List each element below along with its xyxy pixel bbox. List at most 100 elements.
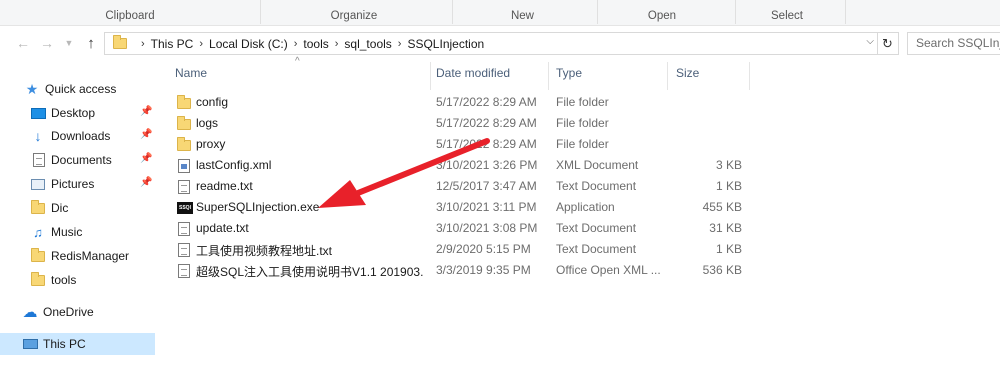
file-row[interactable]: 超级SQL注入工具使用说明书V1.1 201903... 3/3/2019 9:…	[165, 260, 765, 281]
breadcrumb-local-disk[interactable]: Local Disk (C:)	[209, 37, 288, 51]
ribbon-group-new: New	[510, 10, 534, 22]
up-button[interactable]: ↑	[82, 34, 100, 52]
file-size: 1 KB	[715, 242, 742, 256]
file-row[interactable]: logs 5/17/2022 8:29 AM File folder	[165, 113, 765, 134]
desktop-icon	[30, 105, 46, 121]
cloud-icon: ☁	[22, 304, 38, 321]
ribbon-divider	[452, 0, 453, 24]
sidebar-item-pictures[interactable]: Pictures 📌	[0, 173, 155, 195]
sidebar-item-redismanager[interactable]: RedisManager	[0, 245, 155, 267]
ribbon-group-organize: Organize	[330, 10, 378, 22]
chevron-right-icon: ›	[199, 37, 204, 50]
file-list-header: ^ Name Date modified Type Size	[165, 56, 765, 90]
download-icon: ↓	[34, 128, 42, 144]
chevron-right-icon: ›	[293, 37, 298, 50]
ribbon: Clipboard Organize New Open Select	[0, 0, 1000, 26]
chevron-right-icon: ›	[334, 37, 339, 50]
pin-icon[interactable]: 📌	[140, 177, 152, 188]
file-name: logs	[196, 116, 219, 130]
ribbon-group-select: Select	[771, 10, 803, 22]
folder-icon	[30, 199, 46, 216]
pictures-icon	[30, 176, 46, 192]
pin-icon[interactable]: 📌	[140, 106, 152, 117]
sidebar-item-label: This PC	[43, 337, 86, 351]
search-input[interactable]: Search SSQLInje	[907, 32, 1000, 55]
file-type: File folder	[556, 116, 609, 130]
recent-locations-button[interactable]: ▼	[60, 34, 78, 52]
file-date: 5/17/2022 8:29 AM	[436, 137, 537, 151]
file-type: Application	[556, 200, 615, 214]
file-row[interactable]: config 5/17/2022 8:29 AM File folder	[165, 92, 765, 113]
address-bar[interactable]: › This PC › Local Disk (C:) › tools › sq…	[104, 32, 878, 55]
file-row[interactable]: SSQI SuperSQLInjection.exe 3/10/2021 3:1…	[165, 197, 765, 218]
file-size: 3 KB	[715, 158, 742, 172]
ribbon-group-clipboard: Clipboard	[105, 10, 155, 22]
column-header-size[interactable]: Size	[676, 66, 699, 80]
xml-file-icon	[177, 159, 191, 173]
sidebar-item-music[interactable]: ♫ Music	[0, 221, 155, 243]
sidebar-item-label: Downloads	[51, 129, 111, 143]
ribbon-divider	[845, 0, 846, 24]
arrow-up-icon: ↑	[87, 34, 95, 52]
file-date: 3/10/2021 3:11 PM	[436, 200, 537, 214]
sidebar-item-downloads[interactable]: ↓ Downloads 📌	[0, 125, 155, 147]
file-name: lastConfig.xml	[196, 158, 272, 172]
star-icon: ★	[25, 80, 39, 97]
file-date: 12/5/2017 3:47 AM	[436, 179, 537, 193]
sidebar-item-quick-access[interactable]: ★ Quick access	[0, 78, 155, 100]
file-row[interactable]: update.txt 3/10/2021 3:08 PM Text Docume…	[165, 218, 765, 239]
sidebar-item-documents[interactable]: Documents 📌	[0, 149, 155, 171]
address-dropdown-icon[interactable]: ⌵	[866, 36, 874, 47]
refresh-icon: ↻	[882, 35, 893, 51]
column-header-type[interactable]: Type	[556, 66, 582, 80]
file-row[interactable]: 工具使用视频教程地址.txt 2/9/2020 5:15 PM Text Doc…	[165, 239, 765, 260]
sidebar-item-this-pc[interactable]: This PC	[0, 333, 155, 355]
file-name: readme.txt	[196, 179, 253, 193]
column-divider[interactable]	[548, 62, 549, 90]
text-file-icon	[177, 243, 191, 257]
refresh-button[interactable]: ↻	[877, 32, 899, 55]
navigation-bar: ← → ▼ ↑ › This PC › Local Disk (C:) › to…	[0, 26, 1000, 62]
column-divider[interactable]	[430, 62, 431, 90]
text-file-icon	[177, 180, 191, 194]
breadcrumb-sql-tools[interactable]: sql_tools	[344, 37, 391, 51]
column-divider[interactable]	[667, 62, 668, 90]
forward-button[interactable]: →	[38, 34, 56, 52]
breadcrumb-tools[interactable]: tools	[303, 37, 328, 51]
docx-file-icon	[177, 264, 191, 278]
chevron-right-icon: ›	[397, 37, 402, 50]
navigation-pane: ★ Quick access Desktop 📌 ↓ Downloads 📌 D…	[0, 62, 155, 370]
breadcrumb-this-pc[interactable]: This PC	[151, 37, 194, 51]
pin-icon[interactable]: 📌	[140, 129, 152, 140]
file-row[interactable]: readme.txt 12/5/2017 3:47 AM Text Docume…	[165, 176, 765, 197]
sidebar-item-label: Music	[51, 225, 83, 239]
folder-icon	[113, 35, 127, 49]
file-date: 2/9/2020 5:15 PM	[436, 242, 531, 256]
sidebar-item-label: Quick access	[45, 82, 117, 96]
column-divider[interactable]	[749, 62, 750, 90]
file-row[interactable]: lastConfig.xml 3/10/2021 3:26 PM XML Doc…	[165, 155, 765, 176]
column-header-date[interactable]: Date modified	[436, 66, 510, 80]
sidebar-item-desktop[interactable]: Desktop 📌	[0, 102, 155, 124]
sidebar-item-onedrive[interactable]: ☁ OneDrive	[0, 301, 155, 323]
sidebar-item-label: Dic	[51, 201, 69, 215]
file-name: proxy	[196, 137, 226, 151]
file-date: 3/10/2021 3:26 PM	[436, 158, 538, 172]
file-row[interactable]: proxy 5/17/2022 8:29 AM File folder	[165, 134, 765, 155]
sidebar-item-label: Desktop	[51, 106, 96, 120]
pin-icon[interactable]: 📌	[140, 153, 152, 164]
file-size: 455 KB	[702, 200, 742, 214]
column-header-name[interactable]: Name	[175, 66, 207, 80]
file-type: Text Document	[556, 221, 637, 235]
sidebar-item-tools[interactable]: tools	[0, 269, 155, 291]
file-type: File folder	[556, 95, 609, 109]
sidebar-item-dic[interactable]: Dic	[0, 197, 155, 219]
file-type: Office Open XML ...	[556, 263, 661, 277]
back-button[interactable]: ←	[14, 34, 32, 52]
chevron-down-icon: ▼	[64, 38, 74, 48]
file-date: 5/17/2022 8:29 AM	[436, 116, 537, 130]
file-name: SuperSQLInjection.exe	[196, 200, 320, 214]
exe-icon: SSQI	[177, 201, 193, 215]
breadcrumb-ssqlinjection[interactable]: SSQLInjection	[407, 37, 484, 51]
file-date: 5/17/2022 8:29 AM	[436, 95, 537, 109]
